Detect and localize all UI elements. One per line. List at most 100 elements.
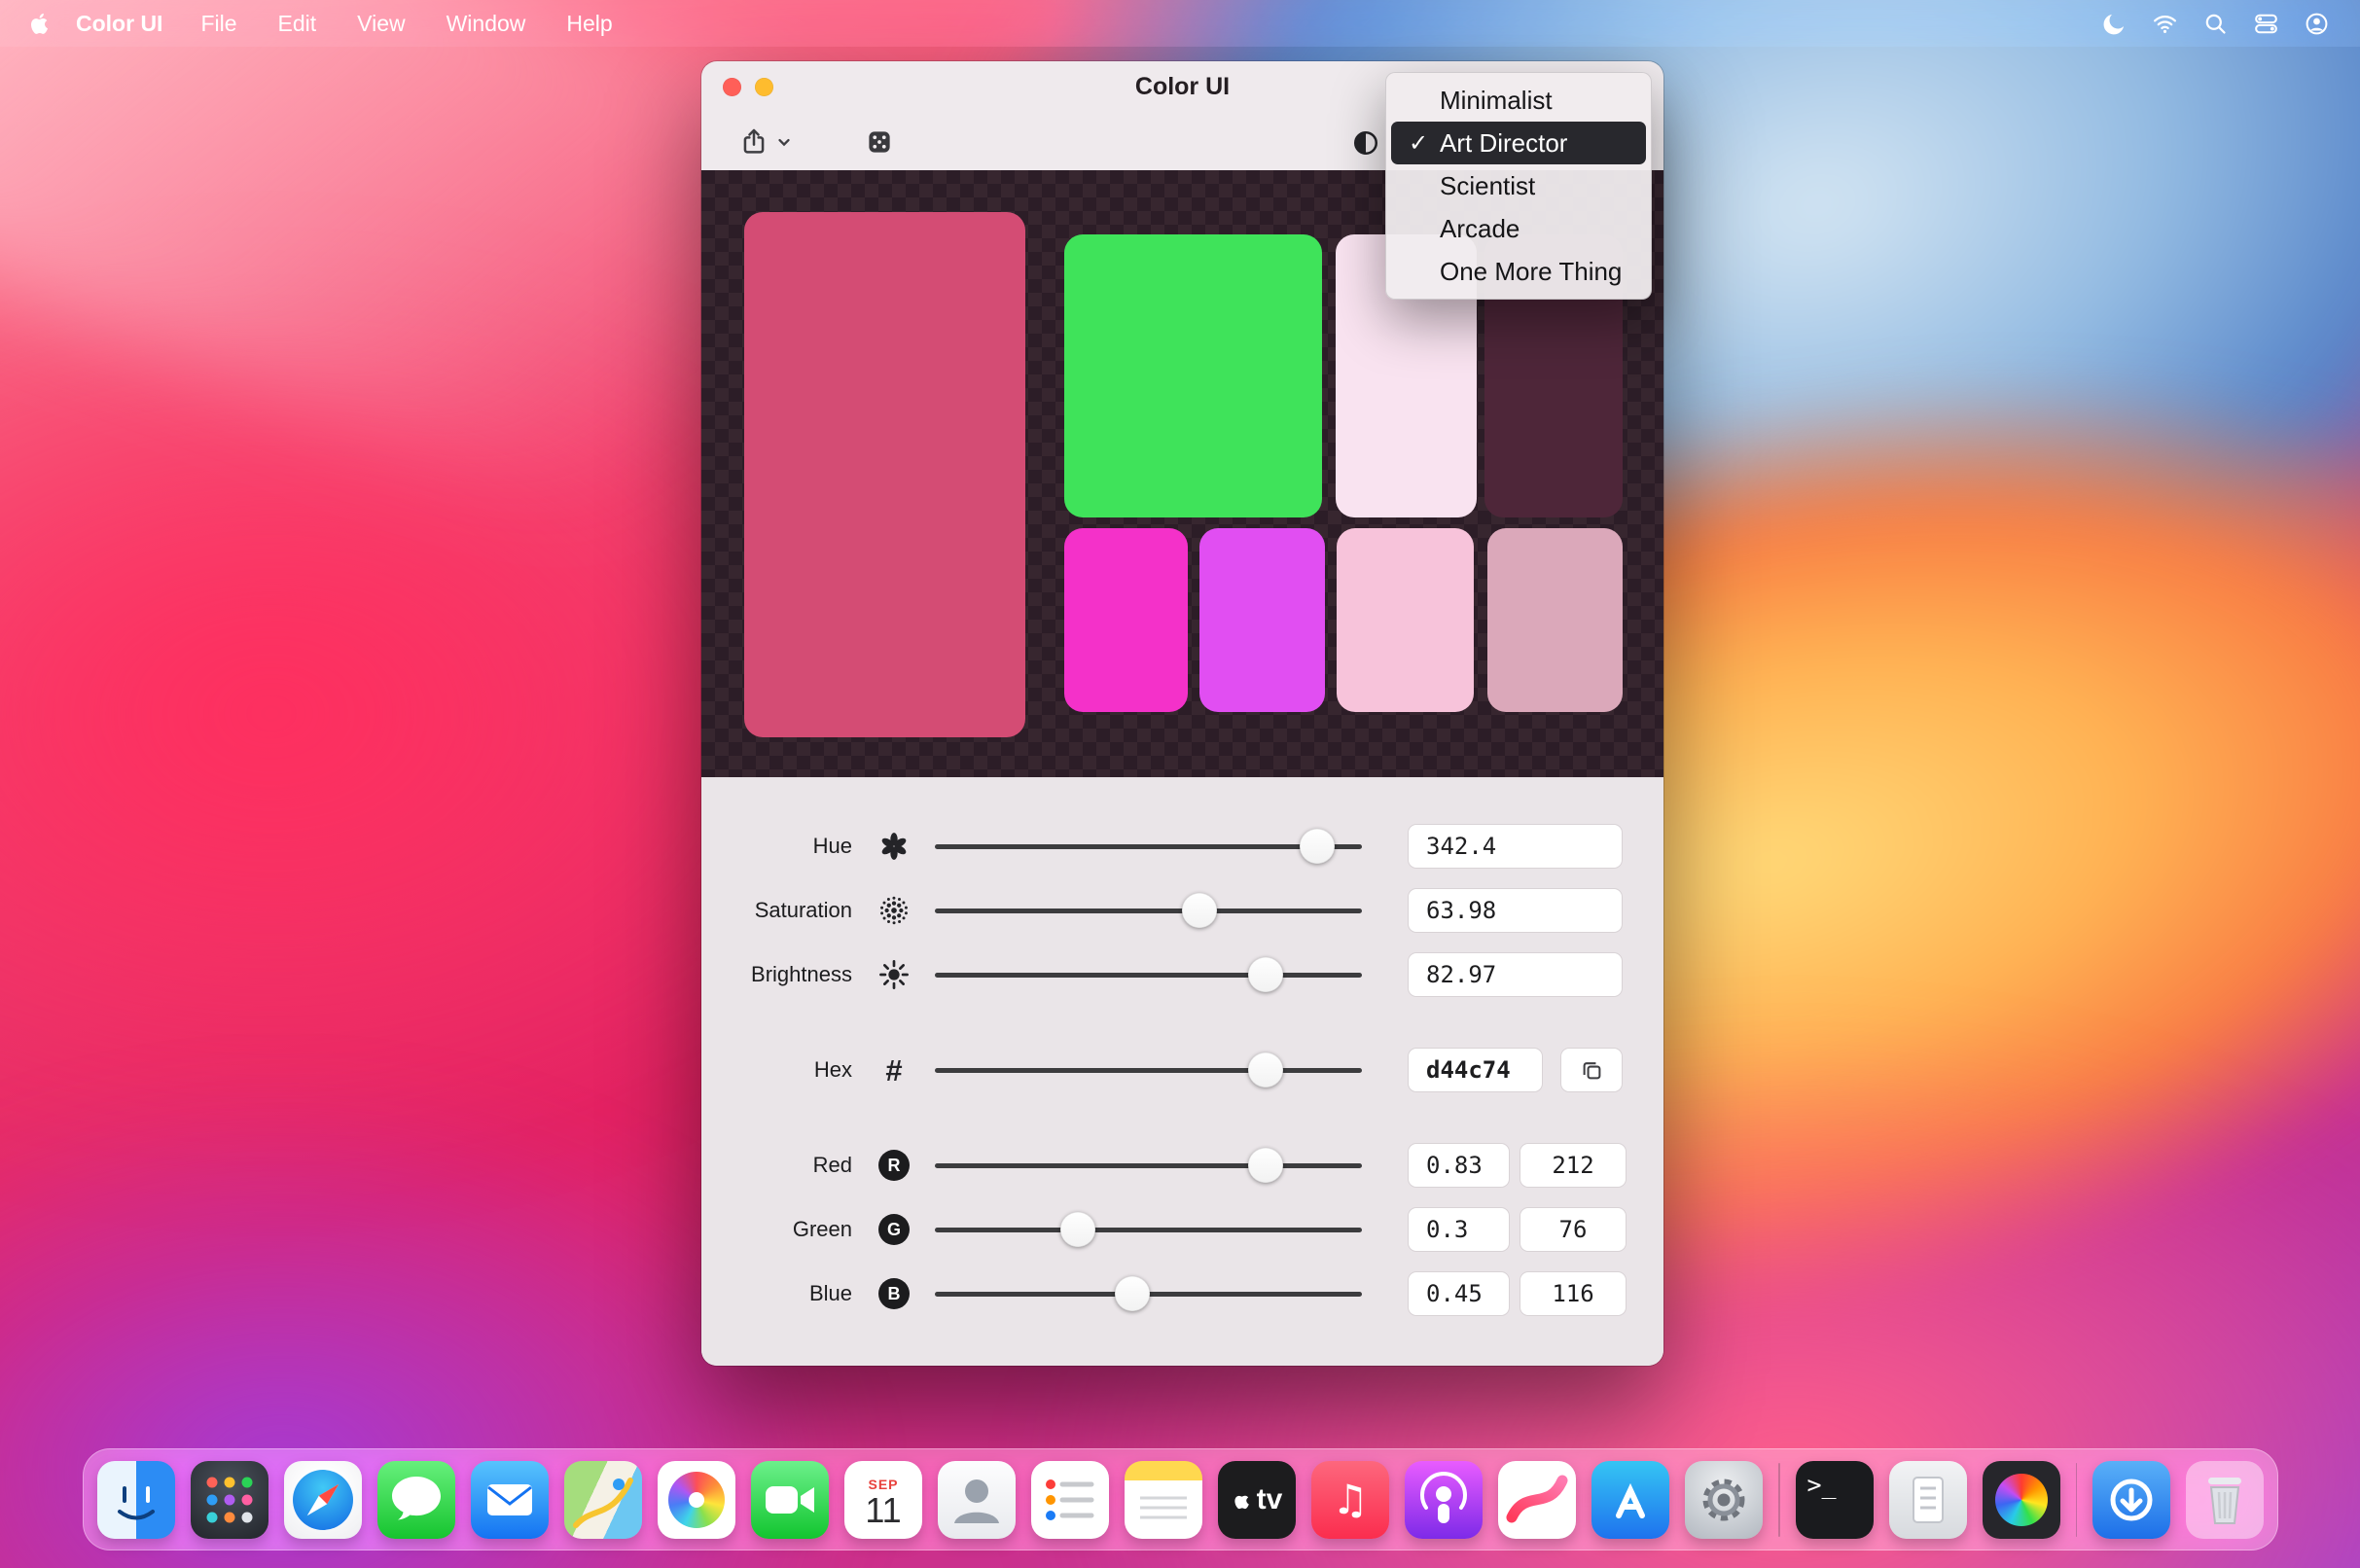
dock-item-safari[interactable]: [284, 1461, 362, 1539]
green-fraction-field[interactable]: 0.3: [1408, 1207, 1510, 1252]
dock-item-utility[interactable]: [1889, 1461, 1967, 1539]
red-slider-knob[interactable]: [1248, 1148, 1283, 1183]
dock-item-launchpad[interactable]: [191, 1461, 268, 1539]
dock-item-calendar[interactable]: SEP11: [844, 1461, 922, 1539]
color-wheel: [1995, 1474, 2048, 1526]
green-slider-track[interactable]: [935, 1228, 1362, 1232]
dock-item-news[interactable]: [1498, 1461, 1576, 1539]
menu-item-minimalist[interactable]: Minimalist: [1391, 79, 1646, 122]
dock-item-facetime[interactable]: [751, 1461, 829, 1539]
swatch-violet[interactable]: [1199, 528, 1325, 712]
blue-byte-field[interactable]: 116: [1520, 1271, 1627, 1316]
menu-item-one-more-thing[interactable]: One More Thing: [1391, 250, 1646, 293]
menu-item-art-director[interactable]: ✓Art Director: [1391, 122, 1646, 164]
dock-item-finder[interactable]: [97, 1461, 175, 1539]
hex-slider-track[interactable]: [935, 1068, 1362, 1073]
share-button[interactable]: [734, 123, 797, 161]
appearance-menu-button[interactable]: [1347, 125, 1384, 161]
green-label: Green: [701, 1217, 852, 1242]
menu-item-arcade[interactable]: Arcade: [1391, 207, 1646, 250]
menubar-menu-file[interactable]: File: [180, 11, 257, 37]
copy-hex-button[interactable]: [1560, 1048, 1623, 1092]
menu-item-label: Arcade: [1440, 214, 1520, 244]
hex-control-row: Hex#d44c74: [701, 1038, 1663, 1102]
dock-item-appletv[interactable]: tv: [1218, 1461, 1296, 1539]
hex-slider[interactable]: [935, 1052, 1362, 1087]
hex-value-field[interactable]: d44c74: [1408, 1048, 1543, 1092]
dock-item-trash[interactable]: [2186, 1461, 2264, 1539]
red-badge: R: [878, 1150, 910, 1181]
dock-item-systempreferences[interactable]: [1685, 1461, 1763, 1539]
dock-item-contacts[interactable]: [938, 1461, 1016, 1539]
red-byte-field[interactable]: 212: [1520, 1143, 1627, 1188]
menubar-menu-view[interactable]: View: [337, 11, 425, 37]
saturation-control-row: Saturation63.98: [701, 878, 1663, 943]
hue-value-field[interactable]: 342.4: [1408, 824, 1623, 869]
swatch-magenta[interactable]: [1064, 528, 1188, 712]
blue-fields: 0.45116: [1408, 1271, 1627, 1316]
brightness-slider-track[interactable]: [935, 973, 1362, 978]
control-center-icon[interactable]: [2251, 9, 2280, 38]
red-slider[interactable]: [935, 1148, 1362, 1183]
swatch-bright-green[interactable]: [1064, 234, 1322, 517]
red-slider-track[interactable]: [935, 1163, 1362, 1168]
menu-item-scientist[interactable]: Scientist: [1391, 164, 1646, 207]
brightness-slider-knob[interactable]: [1248, 957, 1283, 992]
menubar-menu-edit[interactable]: Edit: [258, 11, 338, 37]
dock-item-downloads[interactable]: [2092, 1461, 2170, 1539]
search-icon[interactable]: [2200, 9, 2230, 38]
brightness-slider[interactable]: [935, 957, 1362, 992]
saturation-slider[interactable]: [935, 893, 1362, 928]
swatch-dusty-rose[interactable]: [1487, 528, 1623, 712]
dock-item-podcasts[interactable]: [1405, 1461, 1483, 1539]
menubar-status-icons: [2099, 9, 2331, 38]
moon-icon[interactable]: [2099, 9, 2128, 38]
menubar-menus: FileEditViewWindowHelp: [180, 11, 632, 37]
green-byte-field[interactable]: 76: [1520, 1207, 1627, 1252]
hex-fields: d44c74: [1408, 1048, 1623, 1092]
menubar-menu-window[interactable]: Window: [426, 11, 547, 37]
dock-item-messages[interactable]: [377, 1461, 455, 1539]
dock-item-terminal[interactable]: >_: [1796, 1461, 1874, 1539]
dock-item-maps[interactable]: [564, 1461, 642, 1539]
dock-item-mail[interactable]: [471, 1461, 549, 1539]
swatch-light-pink[interactable]: [1337, 528, 1474, 712]
menubar-app-name[interactable]: Color UI: [58, 11, 180, 37]
close-button[interactable]: [723, 78, 741, 96]
wifi-icon[interactable]: [2150, 9, 2179, 38]
saturation-value-field[interactable]: 63.98: [1408, 888, 1623, 933]
dock: SEP11 tv♫ >_: [83, 1448, 2278, 1550]
green-slider-knob[interactable]: [1060, 1212, 1095, 1247]
dock-item-notes[interactable]: [1125, 1461, 1202, 1539]
dock-item-reminders[interactable]: [1031, 1461, 1109, 1539]
green-slider[interactable]: [935, 1212, 1362, 1247]
dock-item-appstore[interactable]: [1591, 1461, 1669, 1539]
hue-slider-track[interactable]: [935, 844, 1362, 849]
dock-item-colorui[interactable]: [1983, 1461, 2060, 1539]
chevron-down-icon: [775, 133, 793, 151]
terminal-prompt: >_: [1807, 1471, 1837, 1499]
blue-slider[interactable]: [935, 1276, 1362, 1311]
saturation-slider-knob[interactable]: [1182, 893, 1217, 928]
menubar-menu-help[interactable]: Help: [546, 11, 632, 37]
dock-item-photos[interactable]: [658, 1461, 735, 1539]
hex-slider-knob[interactable]: [1248, 1052, 1283, 1087]
red-fraction-field[interactable]: 0.83: [1408, 1143, 1510, 1188]
swatch-base-rose[interactable]: [744, 212, 1025, 737]
blue-slider-knob[interactable]: [1115, 1276, 1150, 1311]
red-fields: 0.83212: [1408, 1143, 1627, 1188]
brightness-fields: 82.97: [1408, 952, 1623, 997]
randomize-palette-button[interactable]: [861, 124, 898, 160]
brightness-value-field[interactable]: 82.97: [1408, 952, 1623, 997]
saturation-slider-track[interactable]: [935, 909, 1362, 913]
photos-pinwheel: [668, 1472, 725, 1528]
user-icon[interactable]: [2302, 9, 2331, 38]
hue-slider-knob[interactable]: [1300, 829, 1335, 864]
blue-fraction-field[interactable]: 0.45: [1408, 1271, 1510, 1316]
minimize-button[interactable]: [755, 78, 773, 96]
dock-item-music[interactable]: ♫: [1311, 1461, 1389, 1539]
apple-menu-icon[interactable]: [27, 11, 53, 36]
dice-icon: [865, 127, 894, 157]
hue-slider[interactable]: [935, 829, 1362, 864]
contrast-icon: [1351, 128, 1380, 158]
